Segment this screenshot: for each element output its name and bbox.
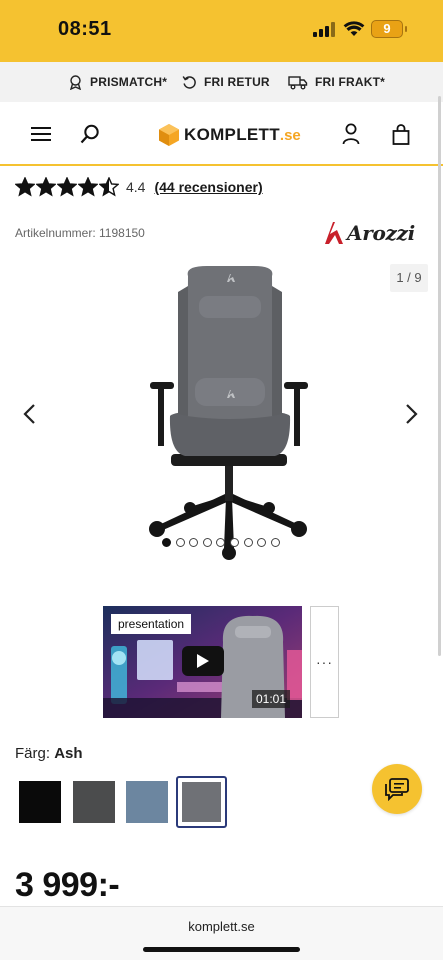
browser-bottom-bar: komplett.se xyxy=(0,906,443,960)
account-icon xyxy=(342,123,360,145)
usp-fri-retur: FRI RETUR xyxy=(182,62,270,102)
usp-label: FRI RETUR xyxy=(204,75,270,89)
chevron-left-icon xyxy=(23,404,35,424)
logo-cube-icon xyxy=(159,124,179,146)
komplett-logo[interactable]: KOMPLETT .se xyxy=(158,121,301,149)
video-thumbnail[interactable]: presentation 01:01 xyxy=(103,606,302,718)
play-button[interactable] xyxy=(182,646,224,676)
product-price: 3 999:- xyxy=(15,866,120,904)
brand-logo[interactable]: Arozzi xyxy=(323,218,415,248)
rating-stars xyxy=(15,177,120,197)
play-icon xyxy=(197,654,209,668)
cart-button[interactable] xyxy=(381,102,421,166)
gallery-next-button[interactable] xyxy=(397,396,427,432)
swatch-ash[interactable] xyxy=(176,776,227,828)
status-bar: 08:51 9 xyxy=(0,0,443,62)
swatch-fill xyxy=(73,781,115,823)
more-thumbnails-button[interactable]: ··· xyxy=(310,606,339,718)
wifi-icon xyxy=(343,21,365,36)
battery-icon: 9 xyxy=(371,20,407,38)
gallery-dot[interactable] xyxy=(257,538,267,547)
reviews-link[interactable]: (44 recensioner) xyxy=(154,179,262,195)
gallery-prev-button[interactable] xyxy=(14,396,44,432)
gallery-counter: 1 / 9 xyxy=(390,264,428,292)
brand-name: Arozzi xyxy=(347,221,415,245)
swatch-fill xyxy=(19,781,61,823)
star-icon xyxy=(78,177,98,197)
return-icon xyxy=(182,75,196,89)
cart-icon xyxy=(392,123,410,145)
site-header: KOMPLETT .se xyxy=(0,102,443,166)
gallery-dot[interactable] xyxy=(189,538,199,547)
home-indicator[interactable] xyxy=(143,947,300,952)
gallery-dot[interactable] xyxy=(216,538,226,547)
star-icon xyxy=(36,177,56,197)
menu-icon xyxy=(31,127,51,141)
product-rating: 4.4 (44 recensioner) xyxy=(15,176,263,198)
usp-fri-frakt: FRI FRAKT* xyxy=(288,62,385,102)
chevron-right-icon xyxy=(406,404,418,424)
search-icon xyxy=(80,124,99,144)
swatch-fill xyxy=(126,781,168,823)
article-number: Artikelnummer: 1198150 xyxy=(15,226,145,240)
gallery-dot[interactable] xyxy=(229,538,239,547)
product-gallery[interactable]: 1 / 9 xyxy=(0,258,443,560)
color-selector-label: Färg: Ash xyxy=(15,745,83,762)
logo-text: KOMPLETT xyxy=(184,125,280,144)
star-icon xyxy=(99,177,119,197)
rating-value: 4.4 xyxy=(126,179,146,195)
color-value: Ash xyxy=(54,745,83,762)
color-label: Färg: xyxy=(15,745,51,762)
url-field[interactable]: komplett.se xyxy=(0,919,443,934)
swatch-blue-grey[interactable] xyxy=(122,776,168,826)
scrollbar[interactable] xyxy=(438,96,441,656)
usp-bar: PRISMATCH* FRI RETUR FRI FRAKT* xyxy=(0,62,443,102)
swatch-black[interactable] xyxy=(15,776,61,826)
gallery-dot[interactable] xyxy=(175,538,185,547)
gallery-dot[interactable] xyxy=(243,538,253,547)
gallery-dots xyxy=(162,538,284,547)
chat-button[interactable] xyxy=(372,764,422,814)
account-button[interactable] xyxy=(331,102,371,166)
swatch-dark-grey[interactable] xyxy=(69,776,115,826)
medal-icon xyxy=(69,74,82,90)
usp-label: FRI FRAKT* xyxy=(315,75,385,89)
swatch-fill xyxy=(182,782,221,822)
usp-label: PRISMATCH* xyxy=(90,75,168,89)
menu-button[interactable] xyxy=(21,102,61,166)
video-duration: 01:01 xyxy=(251,690,290,708)
gaming-chair-image xyxy=(149,266,308,560)
star-icon xyxy=(15,177,35,197)
search-button[interactable] xyxy=(70,102,110,166)
signal-icon xyxy=(313,22,337,37)
chat-icon xyxy=(385,778,409,801)
star-icon xyxy=(57,177,77,197)
gallery-dot[interactable] xyxy=(270,538,280,547)
usp-prismatch: PRISMATCH* xyxy=(68,62,167,102)
logo-suffix: .se xyxy=(279,126,301,144)
gallery-dot[interactable] xyxy=(202,538,212,547)
video-label: presentation xyxy=(111,614,192,634)
truck-icon xyxy=(288,75,308,89)
arozzi-logo-icon xyxy=(325,222,343,244)
gallery-dot[interactable] xyxy=(162,538,171,547)
status-time: 08:51 xyxy=(58,18,112,40)
